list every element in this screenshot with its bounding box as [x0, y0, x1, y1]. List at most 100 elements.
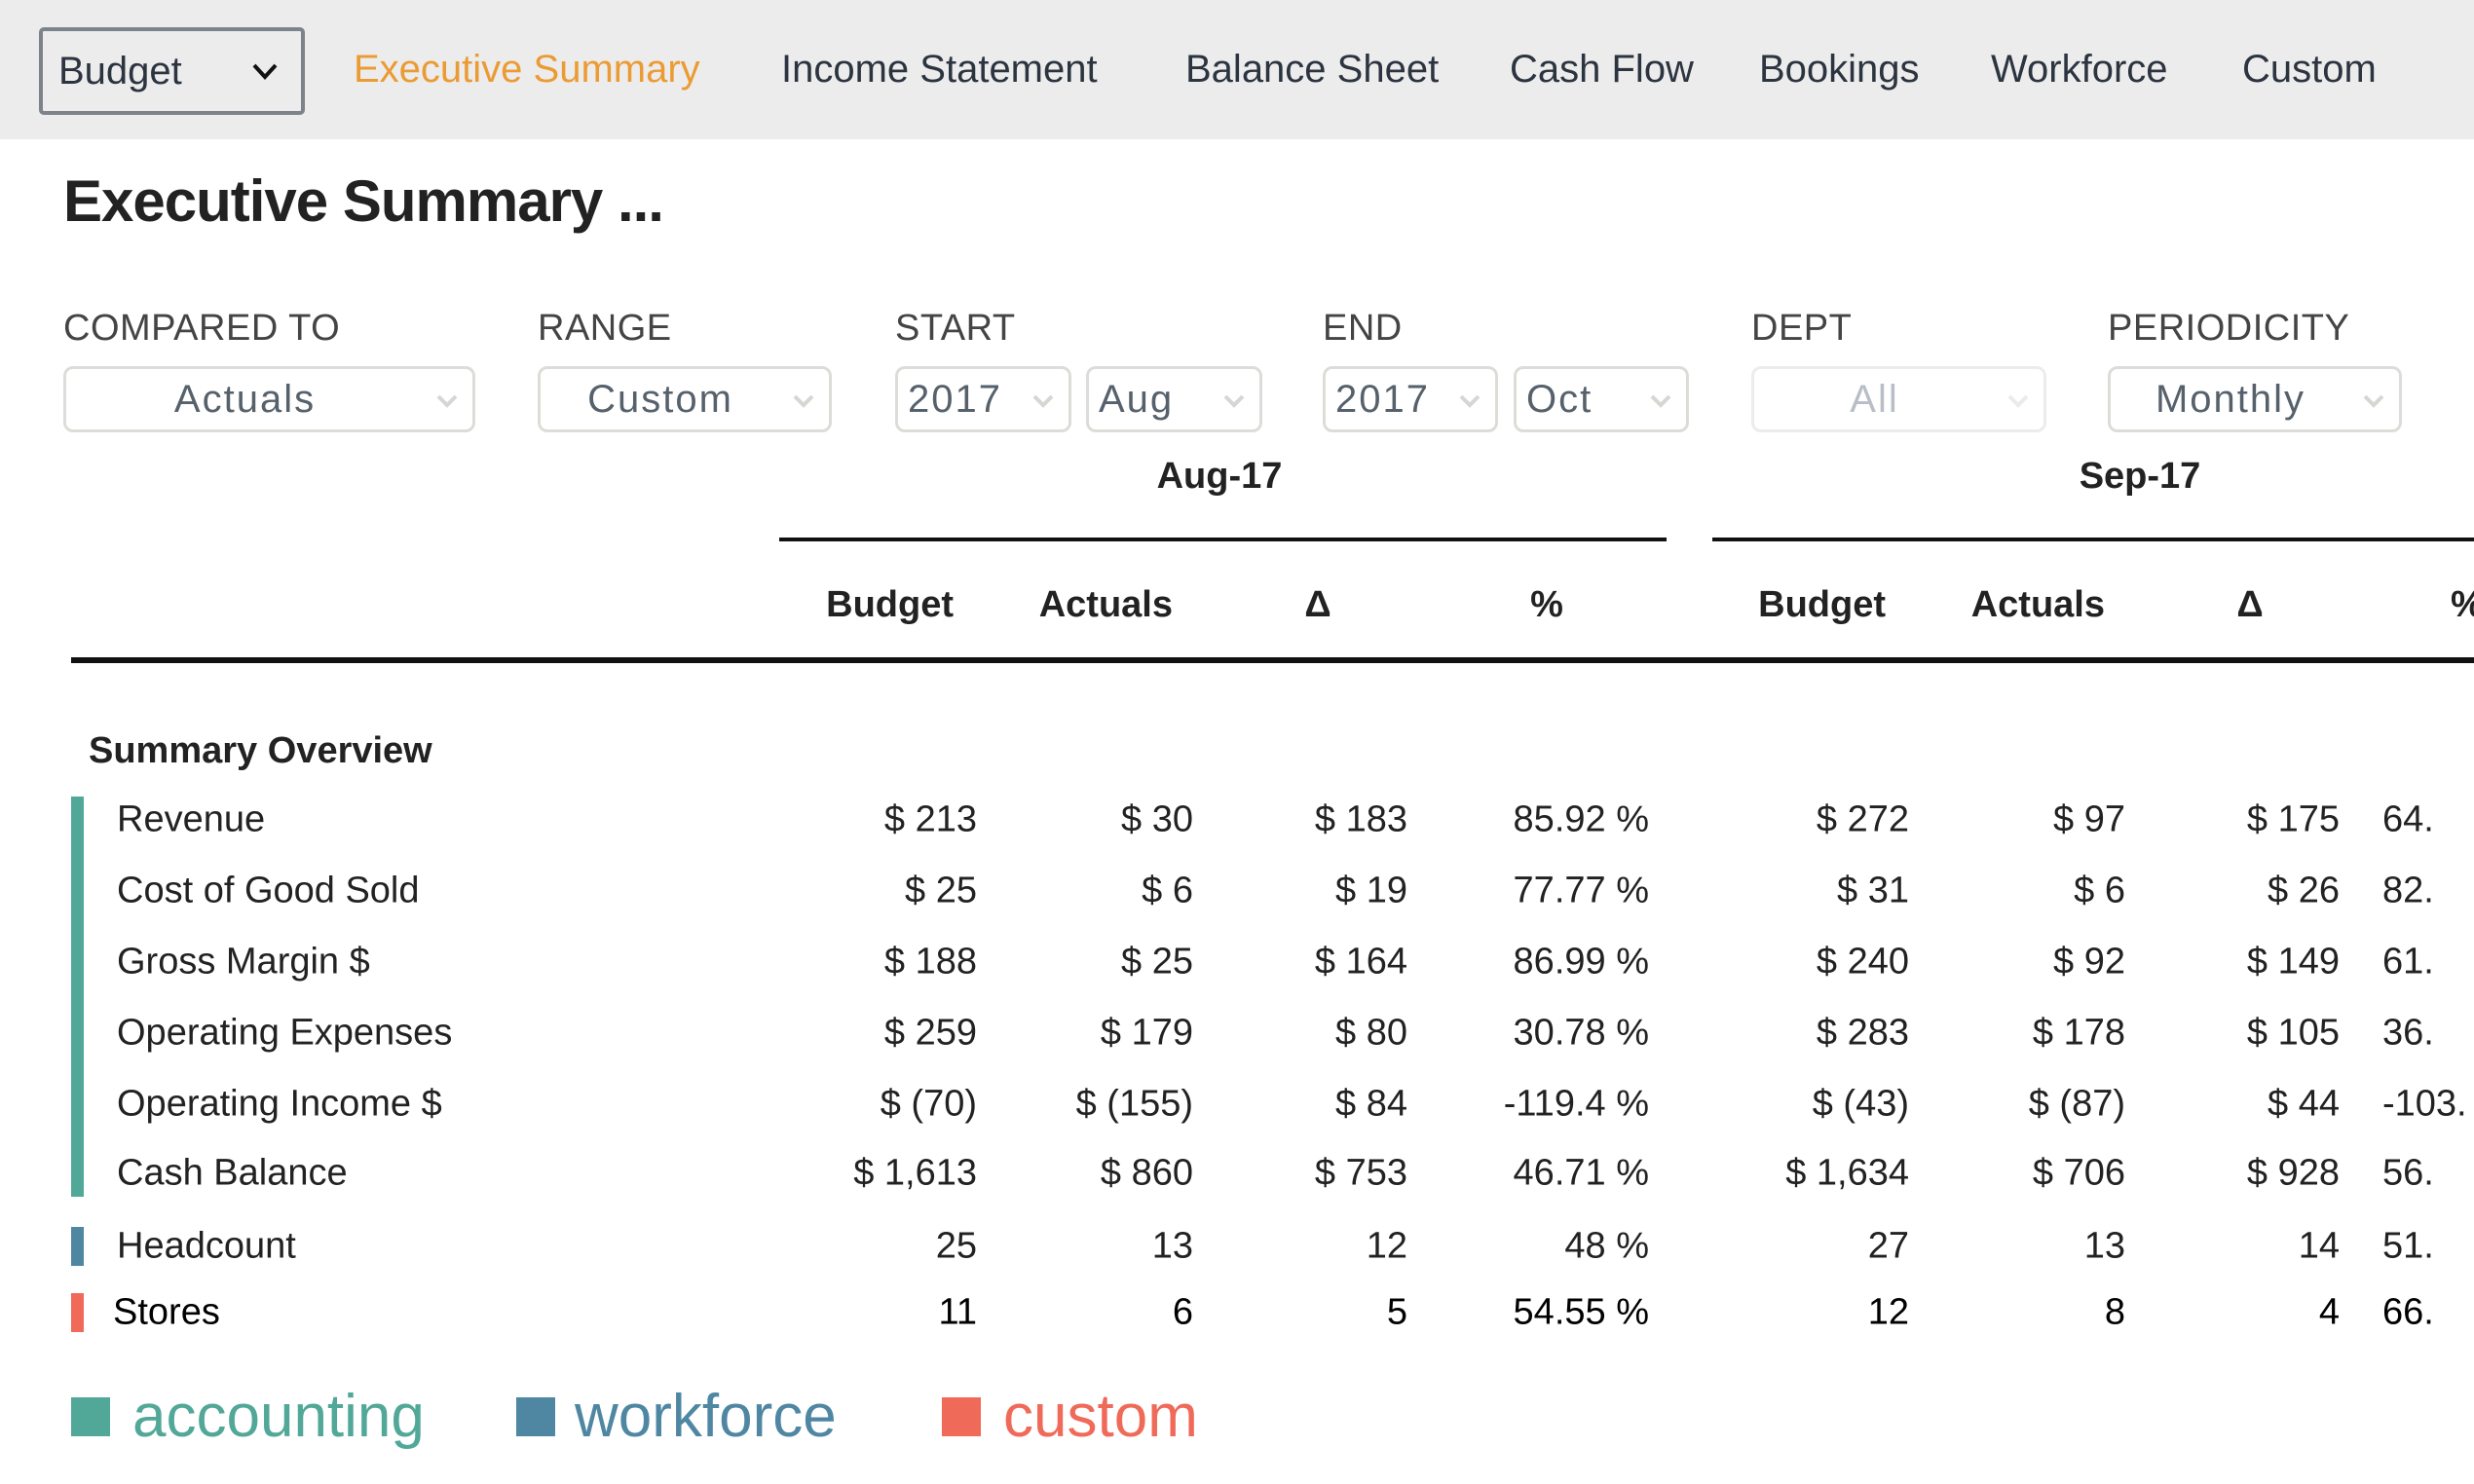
period-header-aug-17: Aug-17: [1156, 456, 1283, 497]
column-header-percent: %: [1530, 584, 1563, 625]
table-cell: $ 860: [1100, 1152, 1193, 1194]
table-cell: 4: [2318, 1291, 2340, 1333]
periodicity-select[interactable]: Monthly: [2108, 366, 2402, 432]
scenario-select[interactable]: Budget: [39, 27, 305, 115]
column-header-budget: Budget: [1758, 584, 1886, 625]
end-year-select[interactable]: 2017: [1323, 366, 1498, 432]
table-cell: 61.: [2382, 941, 2434, 983]
column-header-percent: %: [2451, 584, 2474, 626]
table-cell: 77.77 %: [1513, 870, 1649, 911]
table-cell: 54.55 %: [1513, 1291, 1649, 1333]
legend-label-custom: custom: [1003, 1383, 1198, 1450]
compared-to-select[interactable]: Actuals: [63, 366, 475, 432]
table-cell: 51.: [2382, 1225, 2434, 1267]
end-month-select[interactable]: Oct: [1514, 366, 1689, 432]
table-cell: -119.4 %: [1503, 1083, 1649, 1125]
table-cell: 30.78 %: [1513, 1012, 1649, 1054]
table-cell: $ 178: [2032, 1012, 2125, 1054]
table-cell: 12: [1366, 1225, 1407, 1267]
table-cell: 14: [2298, 1225, 2340, 1267]
nav-tab-income-statement[interactable]: Income Statement: [781, 0, 1098, 139]
legend-swatch-workforce: [516, 1397, 555, 1436]
table-cell: $ (43): [1812, 1083, 1909, 1125]
table-cell: 64.: [2382, 798, 2434, 840]
compared-to-label: COMPARED TO: [63, 308, 341, 349]
table-cell: 13: [1151, 1225, 1193, 1267]
table-cell: $ 259: [883, 1012, 977, 1054]
nav-tab-bookings[interactable]: Bookings: [1759, 0, 1920, 139]
row-label: Operating Expenses: [117, 1012, 453, 1054]
table-cell: $ 1,634: [1785, 1152, 1909, 1194]
row-label: Stores: [113, 1291, 220, 1333]
table-cell: 12: [1867, 1291, 1909, 1333]
range-select[interactable]: Custom: [538, 366, 832, 432]
dept-label: DEPT: [1751, 308, 1853, 349]
table-cell: 56.: [2382, 1152, 2434, 1194]
table-cell: $ 753: [1314, 1152, 1407, 1194]
nav-tab-balance-sheet[interactable]: Balance Sheet: [1185, 0, 1439, 139]
chevron-down-icon: [436, 394, 458, 408]
periodicity-label: PERIODICITY: [2108, 308, 2350, 349]
table-cell: 85.92 %: [1513, 798, 1649, 840]
section-title: Summary Overview: [89, 730, 432, 771]
category-bar-workforce: [71, 1227, 84, 1266]
table-cell: $ 105: [2246, 1012, 2340, 1054]
table-cell: 11: [938, 1291, 977, 1333]
header-divider: [71, 657, 2474, 663]
table-cell: $ 164: [1314, 941, 1407, 983]
chevron-down-icon: [252, 63, 278, 80]
table-cell: 66.: [2382, 1291, 2434, 1333]
column-header-delta: Δ: [2236, 584, 2264, 625]
row-label: Cash Balance: [117, 1152, 348, 1194]
start-month-select[interactable]: Aug: [1086, 366, 1262, 432]
table-cell: $ 80: [1335, 1012, 1407, 1054]
periodicity-value: Monthly: [2155, 378, 2306, 421]
table-cell: $ 213: [883, 798, 977, 840]
range-label: RANGE: [538, 308, 672, 349]
table-cell: 46.71 %: [1513, 1152, 1649, 1194]
period-header-sep-17: Sep-17: [2079, 456, 2201, 497]
category-bar-custom: [71, 1293, 84, 1332]
row-label: Revenue: [117, 798, 266, 840]
table-cell: $ (87): [2028, 1083, 2125, 1125]
table-cell: $ 26: [2268, 870, 2340, 911]
table-cell: $ 183: [1314, 798, 1407, 840]
chevron-down-icon: [2363, 394, 2384, 408]
table-cell: $ 240: [1816, 941, 1909, 983]
table-cell: $ 97: [2053, 798, 2125, 840]
row-label: Operating Income $: [117, 1083, 442, 1125]
row-label: Gross Margin $: [117, 941, 370, 983]
table-cell: $ 25: [1121, 941, 1193, 983]
table-cell: 82.: [2382, 870, 2434, 911]
start-label: START: [895, 308, 1016, 349]
table-cell: $ 272: [1816, 798, 1909, 840]
page-title: Executive Summary ...: [63, 168, 664, 234]
start-month-value: Aug: [1099, 378, 1175, 421]
nav-tab-workforce[interactable]: Workforce: [1991, 0, 2168, 139]
dept-select[interactable]: All: [1751, 366, 2046, 432]
table-cell: 27: [1867, 1225, 1909, 1267]
scenario-select-value: Budget: [58, 50, 182, 93]
table-cell: 36.: [2382, 1012, 2434, 1054]
table-cell: $ (70): [880, 1083, 977, 1125]
table-cell: $ 31: [1837, 870, 1909, 911]
table-cell: 25: [935, 1225, 977, 1267]
table-cell: $ 149: [2246, 941, 2340, 983]
end-year-value: 2017: [1335, 378, 1430, 421]
nav-tab-executive-summary[interactable]: Executive Summary: [354, 0, 700, 139]
table-cell: $ 44: [2268, 1083, 2340, 1125]
legend-swatch-accounting: [71, 1397, 110, 1436]
nav-tab-custom[interactable]: Custom: [2242, 0, 2377, 139]
row-label: Cost of Good Sold: [117, 870, 420, 911]
table-cell: $ 188: [883, 941, 977, 983]
end-label: END: [1323, 308, 1403, 349]
start-year-select[interactable]: 2017: [895, 366, 1071, 432]
table-cell: 13: [2083, 1225, 2125, 1267]
column-header-budget: Budget: [826, 584, 954, 625]
nav-tab-cash-flow[interactable]: Cash Flow: [1510, 0, 1694, 139]
table-cell: 8: [2104, 1291, 2125, 1333]
chevron-down-icon: [793, 394, 814, 408]
table-cell: $ 175: [2246, 798, 2340, 840]
table-cell: $ 179: [1100, 1012, 1193, 1054]
compared-to-value: Actuals: [173, 378, 317, 421]
